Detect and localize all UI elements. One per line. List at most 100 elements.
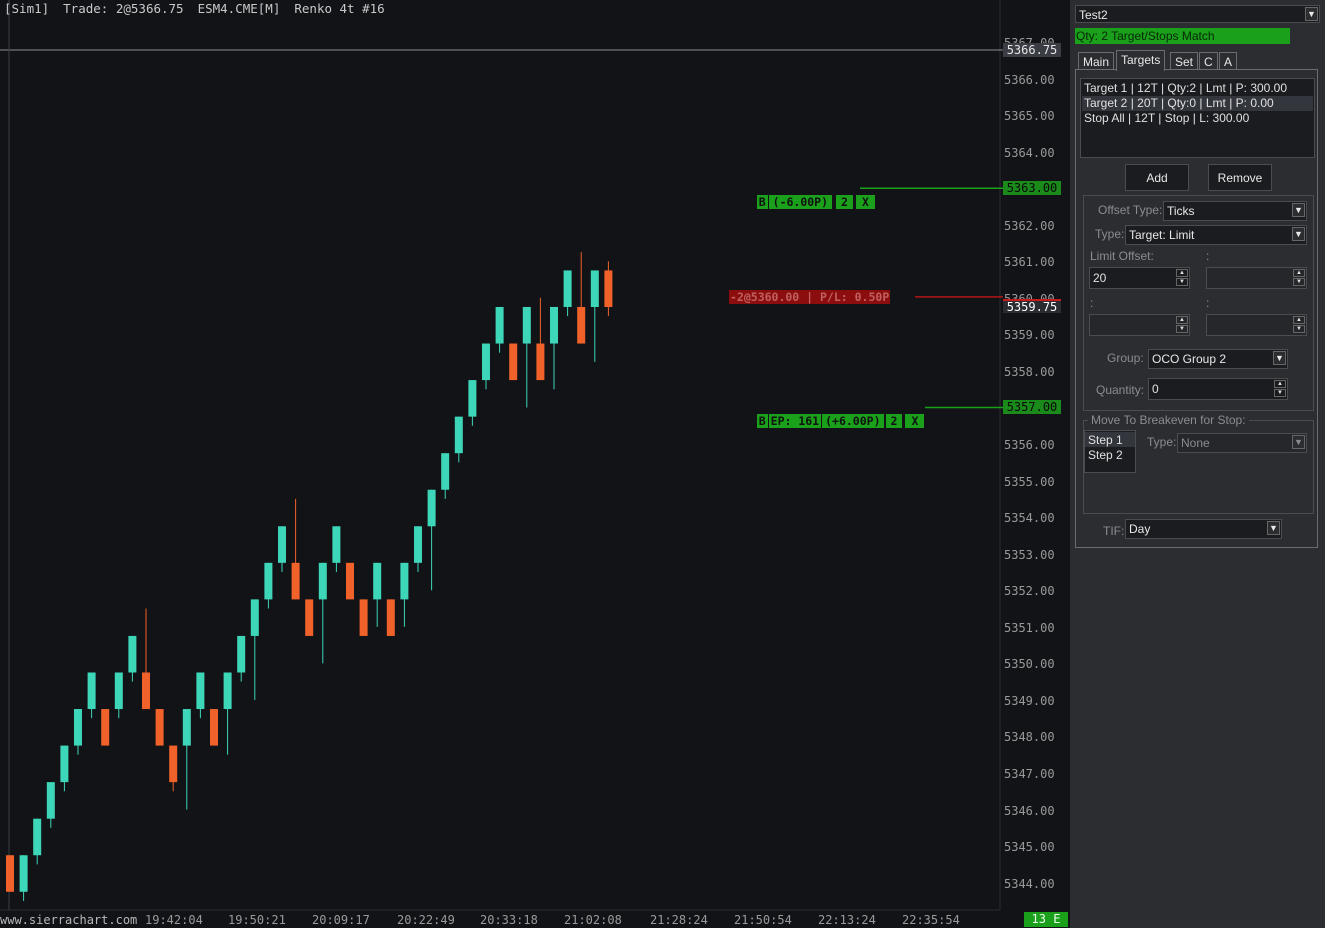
tab-c[interactable]: C xyxy=(1199,52,1218,70)
price-tick-label: 5351.00 xyxy=(1004,620,1055,635)
order-type-select[interactable]: Target: Limit ▼ xyxy=(1125,225,1307,245)
candle-body xyxy=(142,672,150,710)
price-tick-label: 5344.00 xyxy=(1004,876,1055,891)
candle-body xyxy=(155,709,164,746)
qty-status-bar: Qty: 2 Target/Stops Match xyxy=(1075,28,1290,44)
empty-label-colon: : xyxy=(1206,296,1210,310)
chart-header: [Sim1] Trade: 2@5366.75 ESM4.CME[M] Renko 4… xyxy=(4,1,399,16)
price-tick-label: 5347.00 xyxy=(1004,767,1055,781)
tif-label: TIF: xyxy=(1103,524,1125,538)
candle-body xyxy=(6,855,14,892)
tab-a[interactable]: A xyxy=(1219,52,1238,70)
candle-body xyxy=(400,562,409,600)
list-item[interactable]: Step 2 xyxy=(1088,448,1123,462)
breakeven-label: Move To Breakeven for Stop: xyxy=(1088,413,1249,427)
candle-body xyxy=(237,635,246,673)
stepper-up-icon[interactable]: ▲ xyxy=(1274,380,1286,388)
candle-body xyxy=(332,526,341,563)
add-button[interactable]: Add xyxy=(1125,164,1189,191)
stop-order-tag[interactable]: B EP: 161 (+6.00P) 2 X xyxy=(729,400,925,442)
candle-body xyxy=(278,526,286,563)
candle-body xyxy=(291,562,300,600)
target-cancel-button[interactable]: X xyxy=(855,195,875,209)
list-item[interactable]: Step 1 xyxy=(1088,433,1123,447)
offset-type-select[interactable]: Ticks ▼ xyxy=(1163,201,1307,221)
price-tick-label: 5359.00 xyxy=(1004,328,1055,343)
price-tick-label: 5348.00 xyxy=(1004,730,1055,745)
quantity-stepper[interactable]: 0 ▲ ▼ xyxy=(1148,378,1288,400)
candle-body xyxy=(536,343,545,381)
candle-body xyxy=(386,599,395,636)
price-tick-label: 5355.00 xyxy=(1004,474,1055,489)
time-tick-label: 20:22:49 xyxy=(397,913,455,927)
symbol-label: ESM4.CME[M] xyxy=(197,1,281,16)
candle-body xyxy=(210,709,218,746)
candle-body xyxy=(590,270,599,307)
chevron-down-icon: ▼ xyxy=(1273,351,1286,365)
candle-body xyxy=(563,270,572,307)
tab-set[interactable]: Set xyxy=(1170,52,1199,70)
limit-offset-stepper[interactable]: 20 ▲ ▼ xyxy=(1089,267,1190,289)
candle-body xyxy=(264,562,273,600)
stepper-down-icon[interactable]: ▼ xyxy=(1274,389,1286,397)
time-tick-label: 19:42:04 xyxy=(145,913,203,927)
candle-body xyxy=(114,672,123,710)
chart-area[interactable]: [Sim1] Trade: 2@5366.75 ESM4.CME[M] Renko 4… xyxy=(0,0,1070,928)
candle-body xyxy=(522,306,531,344)
remove-button[interactable]: Remove xyxy=(1208,164,1272,191)
group-select[interactable]: OCO Group 2 ▼ xyxy=(1148,349,1288,369)
list-item[interactable]: Target 1 | 12T | Qty:2 | Lmt | P: 300.00 xyxy=(1084,81,1287,95)
stop-cancel-button[interactable]: X xyxy=(905,414,925,428)
group-value: OCO Group 2 xyxy=(1152,352,1227,366)
target-list[interactable]: Target 1 | 12T | Qty:2 | Lmt | P: 300.00… xyxy=(1080,78,1315,158)
position-tag[interactable]: -2@5360.00 | P/L: 0.50P xyxy=(729,290,891,304)
be-type-label: Type: xyxy=(1147,435,1177,449)
candle-body xyxy=(359,599,368,636)
stepper-up-icon: ▲ xyxy=(1293,316,1305,324)
watermark: www.sierrachart.com xyxy=(0,913,138,927)
profile-select[interactable]: Test2 ▼ xyxy=(1075,5,1320,23)
stepper-disabled[interactable]: ▲ ▼ xyxy=(1206,267,1307,289)
candle-body xyxy=(169,745,178,783)
tab-main[interactable]: Main xyxy=(1078,52,1115,70)
stop-qty-label[interactable]: 2 xyxy=(885,414,903,428)
price-tick-label: 5352.00 xyxy=(1004,584,1055,599)
candle-body xyxy=(19,855,28,892)
be-type-value: None xyxy=(1181,436,1210,450)
step-list[interactable]: Step 1 Step 2 xyxy=(1084,430,1136,473)
candle-body xyxy=(577,306,586,344)
price-tick-label: 5346.00 xyxy=(1004,803,1055,818)
price-tick-label: 5361.00 xyxy=(1004,255,1055,270)
target-order-tag[interactable]: B (-6.00P) 2 X xyxy=(729,181,875,223)
stepper-disabled[interactable]: ▲ ▼ xyxy=(1206,314,1307,336)
price-tick-label: 5354.00 xyxy=(1004,511,1055,526)
candle-body xyxy=(128,635,137,673)
price-tick-label: 5349.00 xyxy=(1004,693,1055,708)
stop-side-button[interactable]: B xyxy=(756,414,768,428)
be-type-select[interactable]: None ▼ xyxy=(1177,433,1307,453)
chevron-down-icon: ▼ xyxy=(1292,203,1305,217)
stepper-down-icon[interactable]: ▼ xyxy=(1176,278,1188,286)
candle-body xyxy=(60,745,69,783)
target-offset-label: (-6.00P) xyxy=(768,195,833,209)
status-badge: 13 E xyxy=(1024,912,1068,927)
tif-select[interactable]: Day ▼ xyxy=(1125,519,1282,539)
time-tick-label: 21:50:54 xyxy=(734,913,792,927)
profile-value: Test2 xyxy=(1079,8,1108,22)
target-side-button[interactable]: B xyxy=(756,195,768,209)
chart-type-label: Renko 4t #16 xyxy=(294,1,385,16)
candlestick-chart[interactable] xyxy=(0,0,1070,928)
list-item[interactable]: Target 2 | 20T | Qty:0 | Lmt | P: 0.00 xyxy=(1084,96,1274,110)
tab-targets[interactable]: Targets xyxy=(1116,50,1166,71)
chevron-down-icon: ▼ xyxy=(1305,7,1318,21)
stepper-disabled[interactable]: ▲ ▼ xyxy=(1089,314,1190,336)
stepper-up-icon[interactable]: ▲ xyxy=(1176,269,1188,277)
price-tick-label: 5350.00 xyxy=(1004,657,1055,672)
list-item[interactable]: Stop All | 12T | Stop | L: 300.00 xyxy=(1084,111,1249,125)
target-qty-label[interactable]: 2 xyxy=(836,195,853,209)
candle-body xyxy=(346,562,354,600)
candle-body xyxy=(550,306,558,344)
price-tick-label: 5345.00 xyxy=(1004,840,1055,855)
candle-body xyxy=(33,818,42,856)
last-price-box: 5366.75 xyxy=(1003,43,1061,57)
